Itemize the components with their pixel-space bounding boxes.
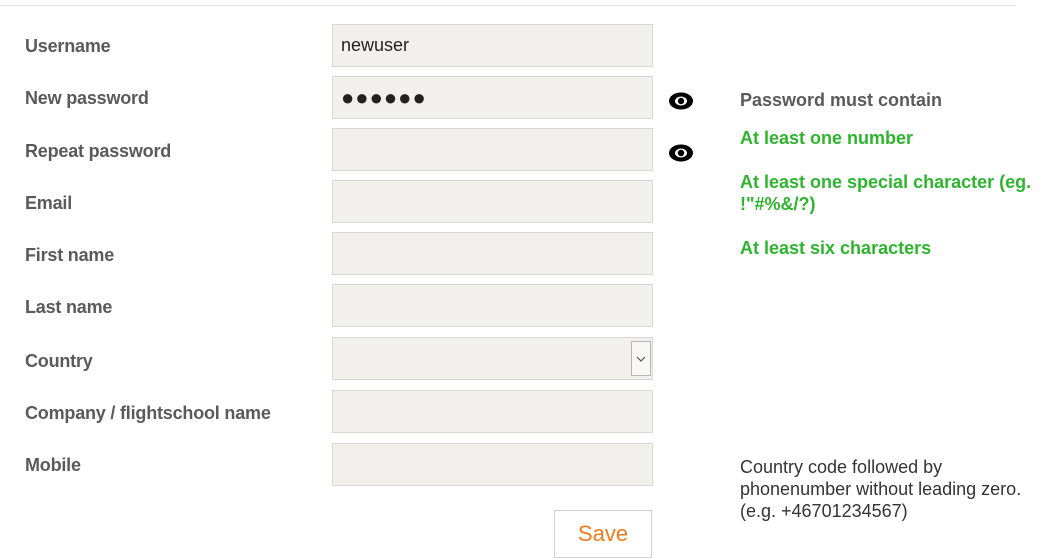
last-name-input[interactable] <box>332 284 653 327</box>
eye-icon[interactable] <box>667 143 695 163</box>
new-password-label: New password <box>25 88 149 108</box>
country-select[interactable] <box>332 337 653 380</box>
save-button[interactable]: Save <box>554 510 652 558</box>
repeat-password-label: Repeat password <box>25 141 172 161</box>
company-input[interactable] <box>332 390 653 433</box>
mobile-input[interactable] <box>332 443 653 486</box>
company-label: Company / flightschool name <box>25 403 271 423</box>
last-name-label: Last name <box>25 297 113 317</box>
eye-icon[interactable] <box>667 91 695 111</box>
password-rule-number: At least one number <box>740 128 914 148</box>
mobile-label: Mobile <box>25 455 81 475</box>
username-label: Username <box>25 36 111 56</box>
password-rule-length: At least six characters <box>740 238 932 258</box>
repeat-password-input[interactable] <box>332 128 653 171</box>
email-input[interactable] <box>332 180 653 223</box>
password-rules-title: Password must contain <box>740 90 943 110</box>
top-divider <box>0 5 1015 6</box>
country-label: Country <box>25 351 93 371</box>
first-name-input[interactable] <box>332 232 653 275</box>
username-input[interactable] <box>332 24 653 67</box>
password-rule-special: At least one special character (eg. !"#%… <box>740 172 1032 214</box>
first-name-label: First name <box>25 245 115 265</box>
new-password-input[interactable] <box>332 76 653 119</box>
email-label: Email <box>25 193 73 213</box>
mobile-hint: Country code followed by phonenumber wit… <box>740 457 1022 521</box>
